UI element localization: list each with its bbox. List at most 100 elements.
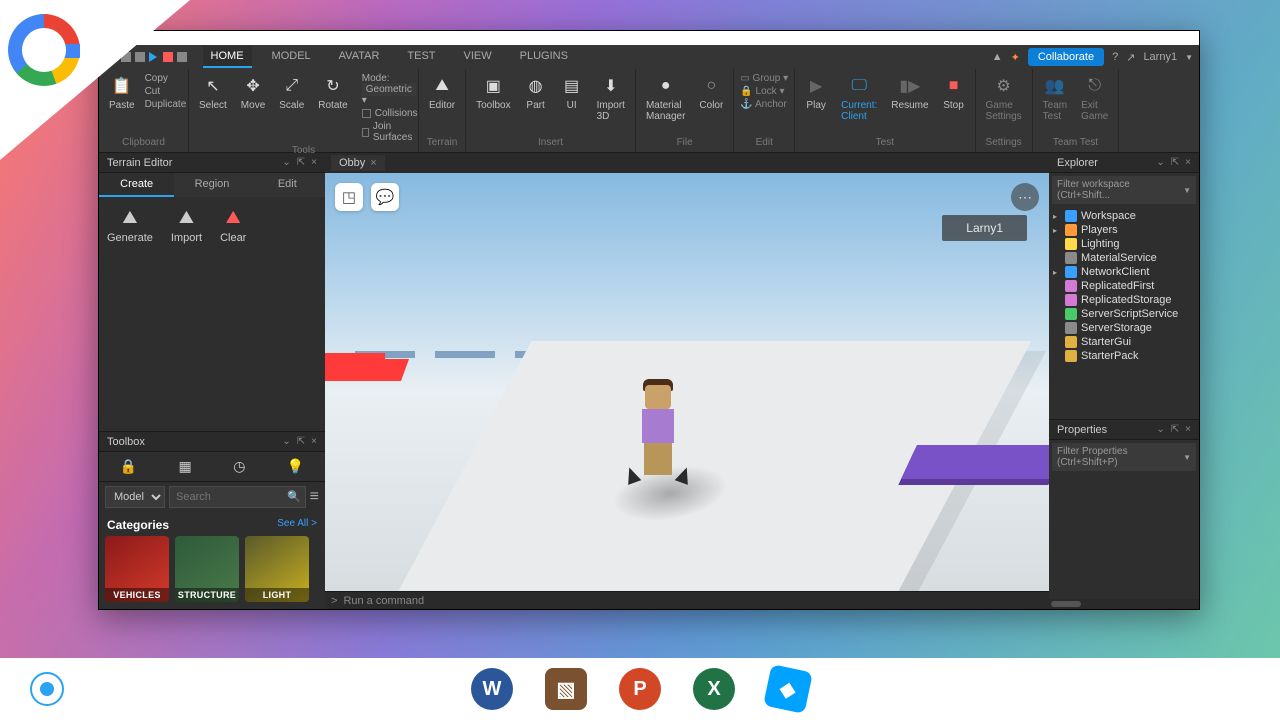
copy-button[interactable]: Copy — [145, 73, 187, 84]
tab-home[interactable]: HOME — [203, 46, 252, 68]
terrain-tab-create[interactable]: Create — [99, 173, 174, 197]
play-button[interactable]: ▶Play — [801, 73, 831, 113]
toolbox-panel-header[interactable]: Toolbox ⌄⇱× — [99, 432, 325, 452]
explorer-item-replicatedstorage[interactable]: ReplicatedStorage — [1049, 293, 1199, 307]
taskbar-app-word[interactable]: W — [471, 668, 513, 710]
toolbox-button[interactable]: ▣Toolbox — [472, 73, 514, 113]
explorer-item-startergui[interactable]: StarterGui — [1049, 335, 1199, 349]
material-manager-button[interactable]: ●Material Manager — [642, 73, 689, 124]
toolbox-dropdown-icon[interactable]: ⌄ — [282, 436, 290, 447]
cut-button[interactable]: Cut — [145, 86, 187, 97]
viewport-chat-icon[interactable]: 💬 — [371, 183, 399, 211]
paste-button[interactable]: 📋Paste — [105, 73, 139, 113]
panel-close-icon[interactable]: × — [311, 157, 317, 168]
terrain-import-button[interactable]: ⛰Import — [171, 207, 202, 244]
rotate-tool[interactable]: ↻Rotate — [314, 73, 351, 113]
current-client-button[interactable]: 🖵Current: Client — [837, 73, 881, 124]
explorer-item-players[interactable]: ▸Players — [1049, 223, 1199, 237]
toolbox-filter-icon[interactable]: ≡ — [310, 488, 319, 506]
viewport-home-icon[interactable]: ◳ — [335, 183, 363, 211]
properties-close-icon[interactable]: × — [1185, 424, 1191, 435]
exit-game-button[interactable]: ⎋Exit Game — [1077, 73, 1112, 124]
help-icon[interactable]: ? — [1112, 51, 1118, 63]
viewport-menu-icon[interactable]: ⋯ — [1011, 183, 1039, 211]
stop-button[interactable]: ■Stop — [939, 73, 969, 113]
vcr-stop-icon[interactable] — [163, 52, 173, 62]
taskbar-app-excel[interactable]: X — [693, 668, 735, 710]
window-titlebar[interactable] — [99, 31, 1199, 45]
start-button[interactable] — [30, 672, 64, 706]
explorer-filter-input[interactable]: Filter workspace (Ctrl+Shift...▼ — [1052, 176, 1196, 204]
terrain-tab-edit[interactable]: Edit — [250, 173, 325, 197]
panel-pin-icon[interactable]: ⇱ — [297, 157, 305, 168]
tab-view[interactable]: VIEW — [456, 46, 500, 68]
explorer-item-networkclient[interactable]: ▸NetworkClient — [1049, 265, 1199, 279]
vcr-step-icon[interactable] — [177, 52, 187, 62]
collisions-checkbox[interactable]: Collisions — [362, 108, 418, 119]
explorer-item-serverstorage[interactable]: ServerStorage — [1049, 321, 1199, 335]
ui-button[interactable]: ▤UI — [557, 73, 587, 113]
terrain-panel-header[interactable]: Terrain Editor ⌄⇱× — [99, 153, 325, 173]
command-input[interactable]: Run a command — [343, 595, 424, 607]
toolbox-close-icon[interactable]: × — [311, 436, 317, 447]
move-tool[interactable]: ✥Move — [237, 73, 269, 113]
vcr-redo-icon[interactable] — [135, 52, 145, 62]
anchor-button[interactable]: ⚓ Anchor — [740, 99, 788, 110]
explorer-close-icon[interactable]: × — [1185, 157, 1191, 168]
notification-icon[interactable]: ▲ — [992, 51, 1003, 63]
explorer-item-lighting[interactable]: Lighting — [1049, 237, 1199, 251]
team-test-button[interactable]: 👥Team Test — [1039, 73, 1071, 124]
toolbox-tab-marketplace-icon[interactable]: 🔒 — [120, 458, 137, 475]
taskbar-app-powerpoint[interactable]: P — [619, 668, 661, 710]
explorer-item-starterpack[interactable]: StarterPack — [1049, 349, 1199, 363]
user-menu[interactable]: Larny1 — [1143, 51, 1177, 63]
properties-dropdown-icon[interactable]: ⌄ — [1156, 424, 1164, 435]
see-all-link[interactable]: See All > — [277, 518, 317, 532]
lock-button[interactable]: 🔒 Lock ▾ — [740, 86, 788, 97]
group-button[interactable]: ▭ Group ▾ — [740, 73, 788, 84]
import3d-button[interactable]: ⬇Import 3D — [593, 73, 629, 124]
toolbox-pin-icon[interactable]: ⇱ — [297, 436, 305, 447]
explorer-dropdown-icon[interactable]: ⌄ — [1156, 157, 1164, 168]
user-dropdown-icon[interactable]: ▼ — [1185, 53, 1193, 62]
explorer-pin-icon[interactable]: ⇱ — [1171, 157, 1179, 168]
game-settings-button[interactable]: ⚙Game Settings — [982, 73, 1026, 124]
scale-tool[interactable]: ⤢Scale — [275, 73, 308, 113]
toolbox-category-select[interactable]: Models — [105, 486, 165, 508]
properties-panel-header[interactable]: Properties ⌄⇱× — [1049, 420, 1199, 440]
category-light[interactable]: LIGHT — [245, 536, 309, 602]
explorer-item-replicatedfirst[interactable]: ReplicatedFirst — [1049, 279, 1199, 293]
duplicate-button[interactable]: Duplicate — [145, 99, 187, 110]
command-bar[interactable]: > Run a command — [325, 591, 1049, 609]
toolbox-tab-inventory-icon[interactable]: ▦ — [179, 458, 192, 475]
panel-dropdown-icon[interactable]: ⌄ — [282, 157, 290, 168]
toolbox-tab-creations-icon[interactable]: 💡 — [287, 458, 304, 475]
terrain-clear-button[interactable]: ⛰Clear — [220, 207, 246, 244]
tab-test[interactable]: TEST — [399, 46, 443, 68]
tab-model[interactable]: MODEL — [264, 46, 319, 68]
horizontal-scrollbar[interactable] — [1049, 599, 1199, 609]
tab-avatar[interactable]: AVATAR — [331, 46, 388, 68]
explorer-item-materialservice[interactable]: MaterialService — [1049, 251, 1199, 265]
toolbox-search-input[interactable] — [169, 486, 306, 508]
join-surfaces-checkbox[interactable]: Join Surfaces — [362, 121, 418, 143]
search-icon[interactable]: 🔍 — [287, 490, 301, 503]
taskbar-app-roblox-studio[interactable]: ◆ — [763, 664, 813, 714]
properties-filter-input[interactable]: Filter Properties (Ctrl+Shift+P)▼ — [1052, 443, 1196, 471]
properties-pin-icon[interactable]: ⇱ — [1171, 424, 1179, 435]
toolbox-tab-recent-icon[interactable]: ◷ — [233, 458, 245, 475]
vcr-play-icon[interactable] — [149, 52, 159, 62]
explorer-item-workspace[interactable]: ▸Workspace — [1049, 209, 1199, 223]
mode-dropdown[interactable]: Geometric — [362, 83, 416, 96]
select-tool[interactable]: ↖Select — [195, 73, 231, 113]
terrain-tab-region[interactable]: Region — [174, 173, 249, 197]
resume-button[interactable]: ▮▶Resume — [887, 73, 932, 113]
collaborate-button[interactable]: Collaborate — [1028, 48, 1104, 66]
category-structure[interactable]: STRUCTURE — [175, 536, 239, 602]
tab-close-icon[interactable]: × — [370, 157, 376, 169]
explorer-item-serverscriptservice[interactable]: ServerScriptService — [1049, 307, 1199, 321]
terrain-editor-button[interactable]: ⛰Editor — [425, 73, 459, 113]
share-icon[interactable]: ↗ — [1126, 51, 1135, 64]
viewport-3d[interactable]: ◳ 💬 ⋯ Larny1 — [325, 173, 1049, 591]
updates-icon[interactable]: ✦ — [1011, 51, 1020, 64]
